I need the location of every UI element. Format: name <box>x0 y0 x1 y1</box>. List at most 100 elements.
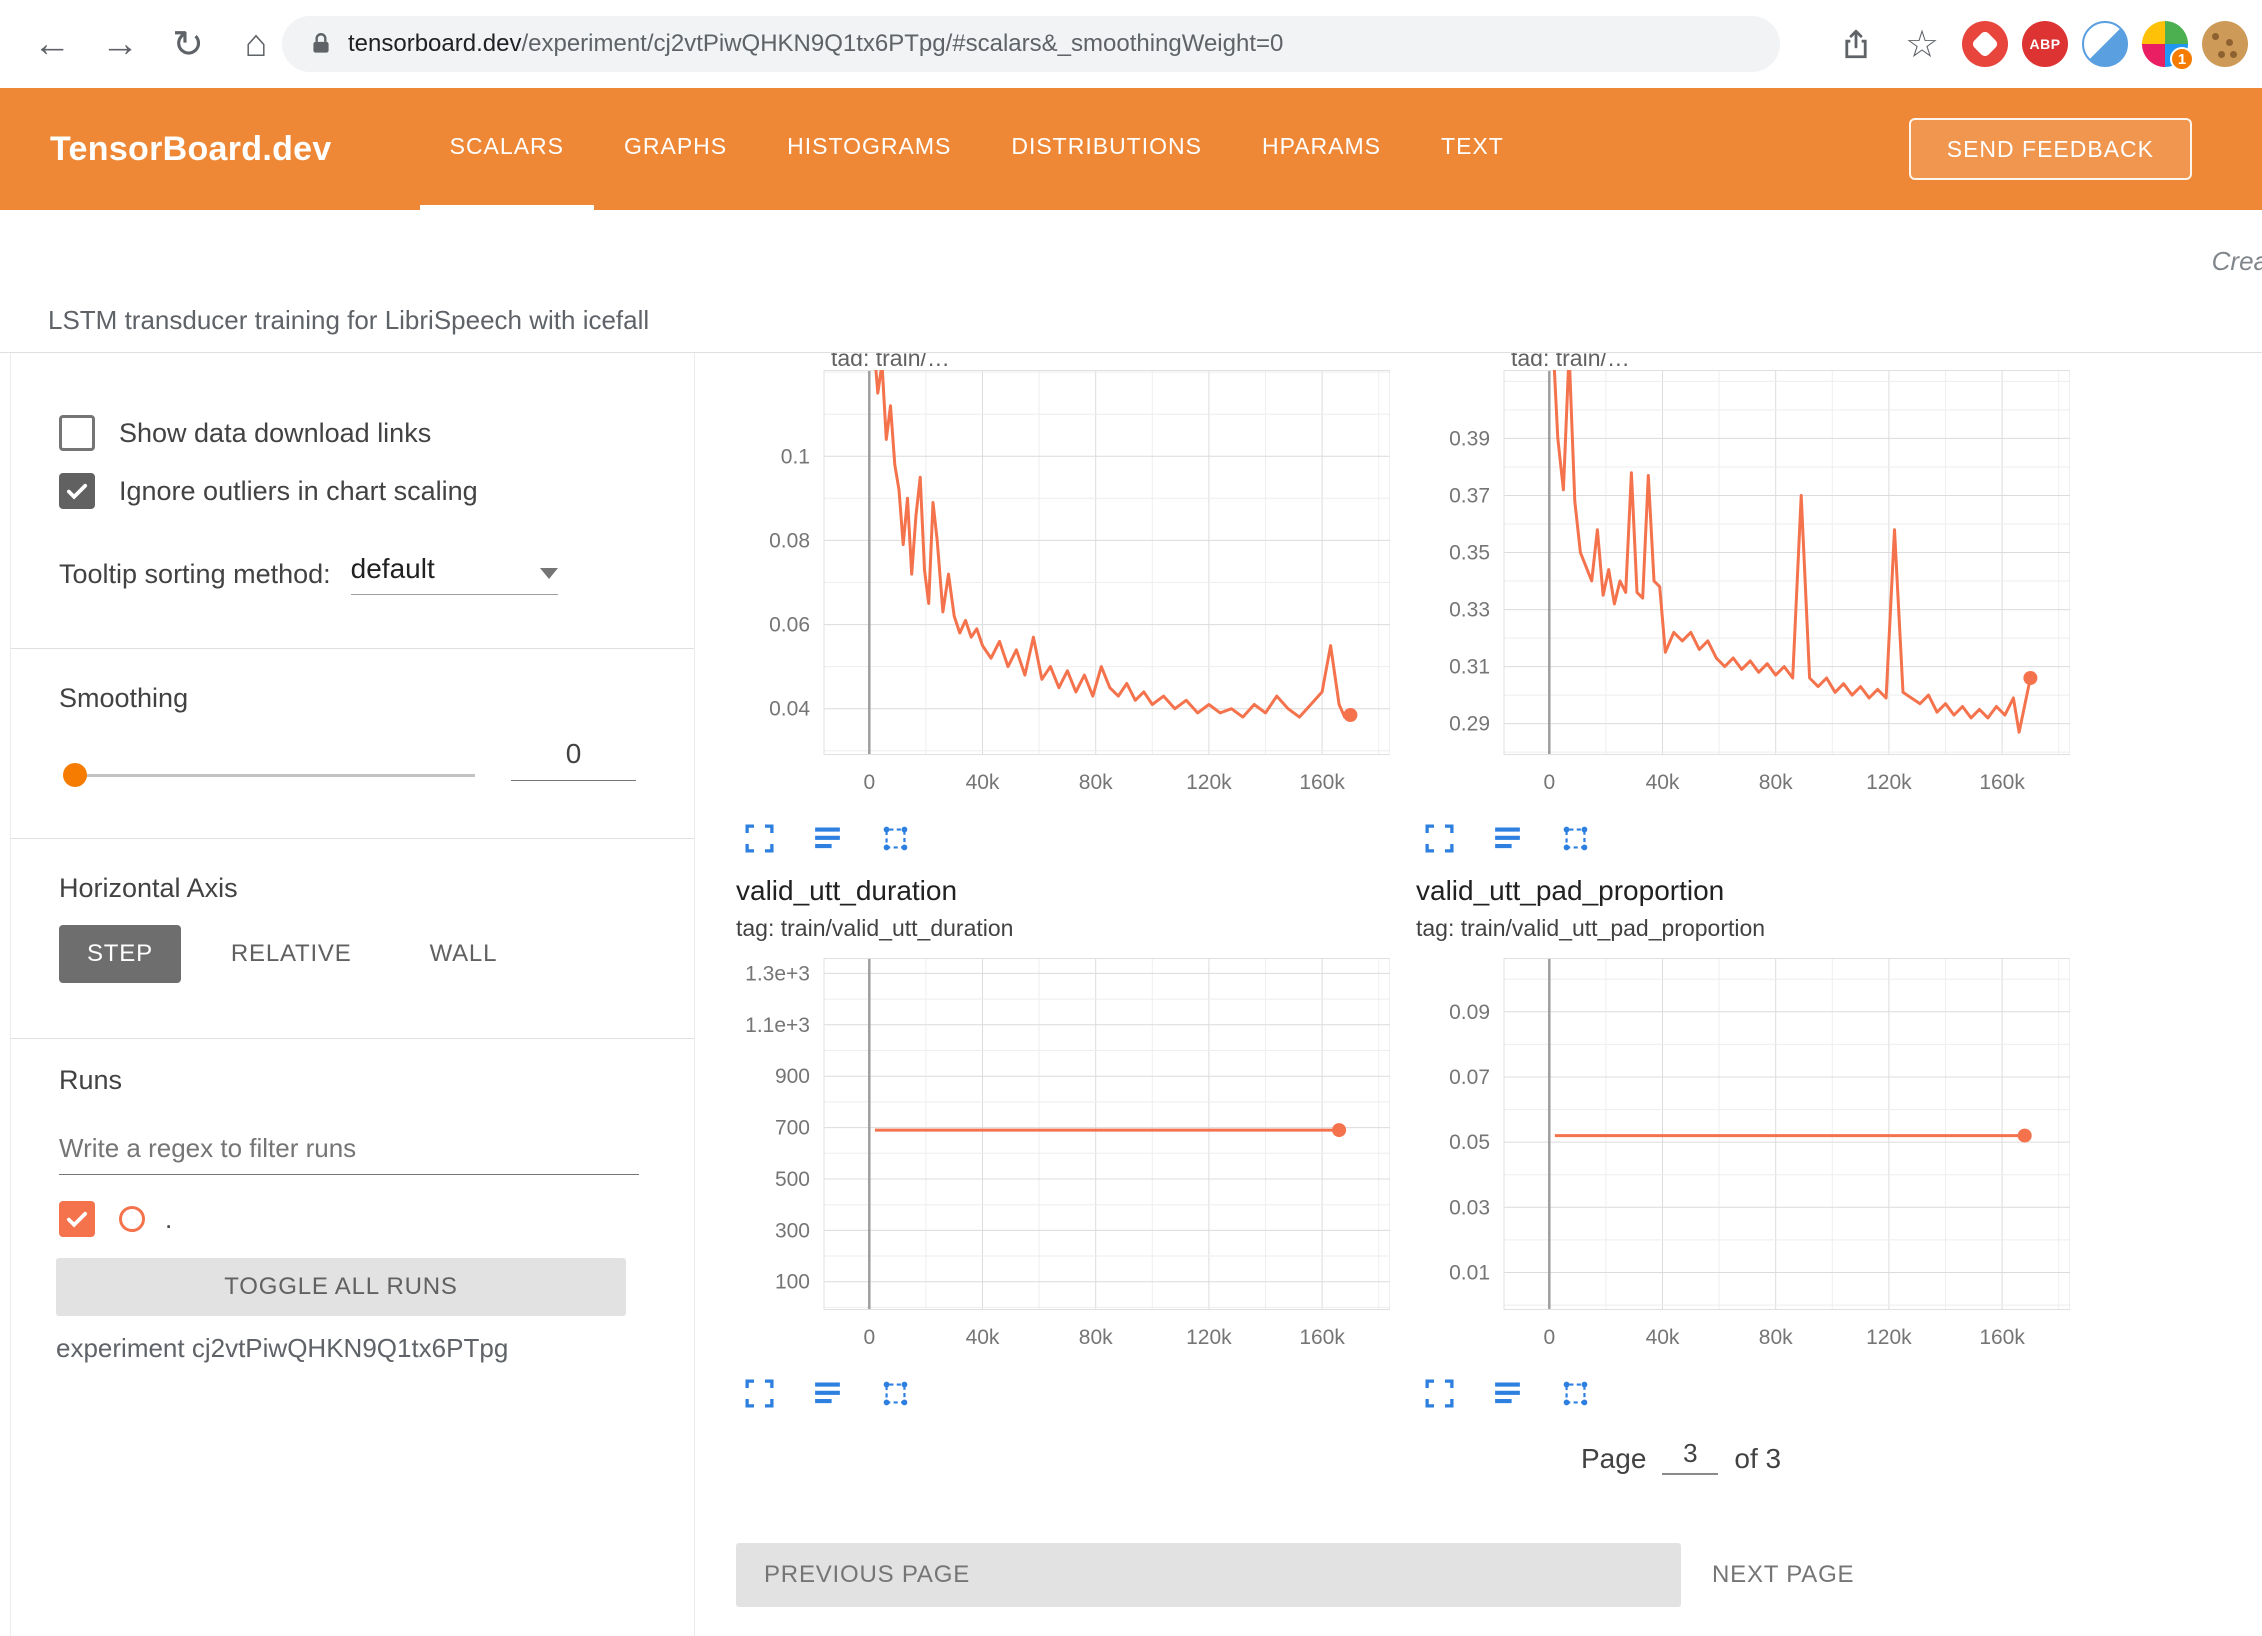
app-logo: TensorBoard.dev <box>50 130 332 169</box>
tab-graphs[interactable]: GRAPHS <box>594 88 757 210</box>
svg-text:0.29: 0.29 <box>1449 713 1490 736</box>
svg-text:500: 500 <box>775 1168 810 1191</box>
next-page-button[interactable]: NEXT PAGE <box>1712 1543 1854 1607</box>
svg-text:300: 300 <box>775 1219 810 1242</box>
send-feedback-button[interactable]: SEND FEEDBACK <box>1909 118 2192 180</box>
svg-text:0: 0 <box>863 1326 875 1349</box>
data-list-icon[interactable] <box>1486 817 1528 859</box>
expand-chart-icon[interactable] <box>1418 1372 1460 1414</box>
page: ← → ↻ ⌂ tensorboard.dev/experiment/cj2vt… <box>0 0 2262 1636</box>
smoothing-value-input[interactable] <box>511 738 636 781</box>
address-bar[interactable]: tensorboard.dev/experiment/cj2vtPiwQHKN9… <box>282 16 1780 72</box>
adblock-extension-icon[interactable] <box>1962 21 2008 67</box>
smoothing-slider-track[interactable] <box>75 774 475 777</box>
page-of-label: of 3 <box>1734 1443 1781 1475</box>
svg-text:160k: 160k <box>1299 771 1345 794</box>
app-header: TensorBoard.dev SCALARSGRAPHSHISTOGRAMSD… <box>0 88 2262 210</box>
show-download-row: Show data download links <box>59 415 431 451</box>
smoothing-slider-thumb[interactable] <box>63 763 87 787</box>
cookie-extension-icon[interactable] <box>2202 21 2248 67</box>
tab-text[interactable]: TEXT <box>1411 88 1534 210</box>
svg-text:0.01: 0.01 <box>1449 1262 1490 1285</box>
svg-text:40k: 40k <box>1646 1326 1680 1349</box>
divider <box>11 648 694 649</box>
bookmark-star-icon[interactable]: ☆ <box>1896 18 1948 70</box>
axis-step-button[interactable]: STEP <box>59 925 181 983</box>
svg-text:120k: 120k <box>1866 1326 1912 1349</box>
tooltip-sorting-value: default <box>351 553 435 585</box>
svg-text:0.37: 0.37 <box>1449 485 1490 508</box>
show-download-checkbox[interactable] <box>59 415 95 451</box>
checkmark-icon <box>63 477 91 505</box>
tab-distributions[interactable]: DISTRIBUTIONS <box>981 88 1232 210</box>
tooltip-sorting-dropdown[interactable]: default <box>351 553 558 595</box>
fit-domain-icon[interactable] <box>874 1372 916 1414</box>
toggle-all-runs-button[interactable]: TOGGLE ALL RUNS <box>56 1258 626 1316</box>
svg-text:160k: 160k <box>1979 1326 2025 1349</box>
svg-text:0.08: 0.08 <box>769 529 810 552</box>
data-list-icon[interactable] <box>806 1372 848 1414</box>
svg-text:0: 0 <box>863 771 875 794</box>
chart-tag: tag: train/valid_utt_duration <box>736 915 1396 942</box>
run-color-swatch[interactable] <box>119 1206 145 1232</box>
svg-text:0: 0 <box>1543 771 1555 794</box>
fit-domain-icon[interactable] <box>1554 1372 1596 1414</box>
runs-filter-input[interactable] <box>59 1123 639 1175</box>
pie-extension-icon[interactable]: 1 <box>2142 21 2188 67</box>
tab-scalars[interactable]: SCALARS <box>420 88 594 210</box>
svg-text:900: 900 <box>775 1065 810 1088</box>
ignore-outliers-row: Ignore outliers in chart scaling <box>59 473 478 509</box>
run-checkbox[interactable] <box>59 1201 95 1237</box>
tab-hparams[interactable]: HPARAMS <box>1232 88 1411 210</box>
chart-canvas[interactable]: 0.010.030.050.070.09040k80k120k160k <box>1416 958 2076 1360</box>
svg-text:80k: 80k <box>1759 1326 1793 1349</box>
chart-canvas[interactable]: 0.290.310.330.350.370.39040k80k120k160k <box>1416 370 2076 805</box>
forward-icon[interactable]: → <box>94 18 146 70</box>
nav-tabs: SCALARSGRAPHSHISTOGRAMSDISTRIBUTIONSHPAR… <box>420 88 1534 210</box>
fit-domain-icon[interactable] <box>1554 817 1596 859</box>
svg-text:700: 700 <box>775 1117 810 1140</box>
browser-toolbar: ← → ↻ ⌂ tensorboard.dev/experiment/cj2vt… <box>0 0 2262 88</box>
share-icon[interactable] <box>1830 18 1882 70</box>
home-icon[interactable]: ⌂ <box>230 18 282 70</box>
expand-chart-icon[interactable] <box>1418 817 1460 859</box>
chart-actions <box>738 817 1396 859</box>
chart-title: valid_utt_pad_proportion <box>1416 875 2076 907</box>
axis-wall-button[interactable]: WALL <box>402 925 526 983</box>
tooltip-sorting-label: Tooltip sorting method: <box>59 559 331 590</box>
ignore-outliers-checkbox[interactable] <box>59 473 95 509</box>
fit-domain-icon[interactable] <box>874 817 916 859</box>
divider <box>11 838 694 839</box>
runs-label: Runs <box>59 1065 122 1096</box>
chart-canvas[interactable]: 0.040.060.080.1040k80k120k160k <box>736 370 1396 805</box>
subheader: Crea LSTM transducer training for LibriS… <box>0 210 2262 353</box>
reload-icon[interactable]: ↻ <box>162 18 214 70</box>
expand-chart-icon[interactable] <box>738 1372 780 1414</box>
back-icon[interactable]: ← <box>26 18 78 70</box>
chart-actions <box>1418 817 2076 859</box>
tab-histograms[interactable]: HISTOGRAMS <box>757 88 981 210</box>
svg-text:100: 100 <box>775 1271 810 1294</box>
chart-title: valid_utt_duration <box>736 875 1396 907</box>
data-list-icon[interactable] <box>806 817 848 859</box>
abp-extension-icon[interactable]: ABP <box>2022 21 2068 67</box>
created-text-fragment: Crea <box>2212 246 2262 277</box>
svg-text:120k: 120k <box>1866 771 1912 794</box>
expand-chart-icon[interactable] <box>738 817 780 859</box>
axis-relative-button[interactable]: RELATIVE <box>203 925 380 983</box>
svg-text:80k: 80k <box>1079 771 1113 794</box>
previous-page-button[interactable]: PREVIOUS PAGE <box>736 1543 1681 1607</box>
chart-canvas[interactable]: 1003005007009001.1e+31.3e+3040k80k120k16… <box>736 958 1396 1360</box>
blue-extension-icon[interactable] <box>2082 21 2128 67</box>
divider <box>11 1038 694 1039</box>
series-line <box>1552 370 2030 732</box>
svg-text:0.05: 0.05 <box>1449 1131 1490 1154</box>
svg-text:0.1: 0.1 <box>781 445 810 468</box>
svg-text:0: 0 <box>1543 1326 1555 1349</box>
svg-text:0.35: 0.35 <box>1449 542 1490 565</box>
page-input[interactable] <box>1662 1438 1718 1475</box>
data-list-icon[interactable] <box>1486 1372 1528 1414</box>
svg-text:0.07: 0.07 <box>1449 1066 1490 1089</box>
chart-tag-clipped: tag: train/… <box>831 353 1396 366</box>
svg-text:0.31: 0.31 <box>1449 656 1490 679</box>
